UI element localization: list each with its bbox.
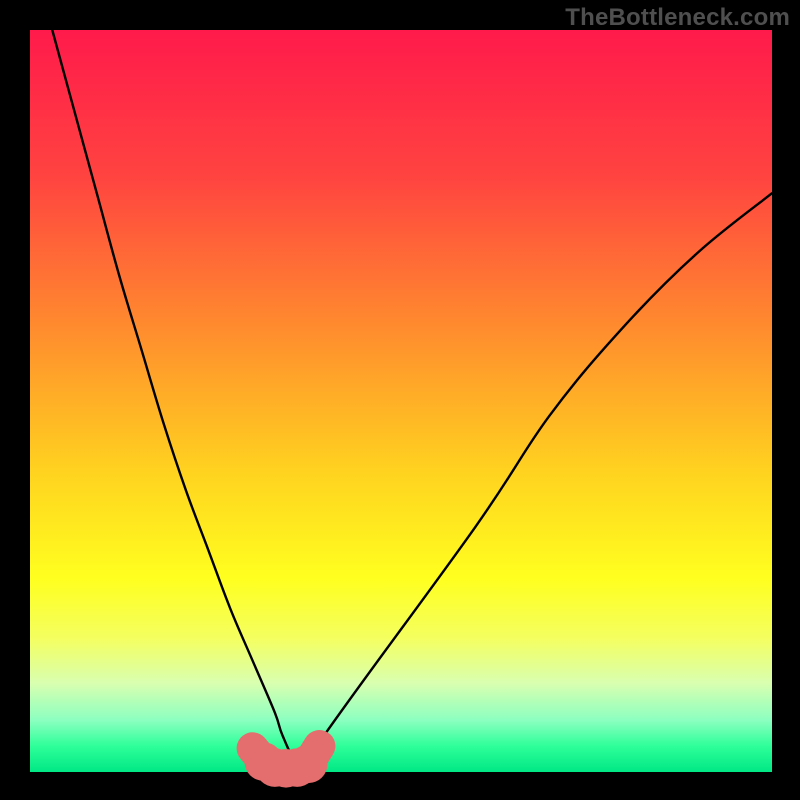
bottleneck-chart [0,0,800,800]
gradient-background [30,30,772,772]
chart-frame: TheBottleneck.com [0,0,800,800]
optimal-point [308,734,332,758]
watermark-text: TheBottleneck.com [565,4,790,32]
